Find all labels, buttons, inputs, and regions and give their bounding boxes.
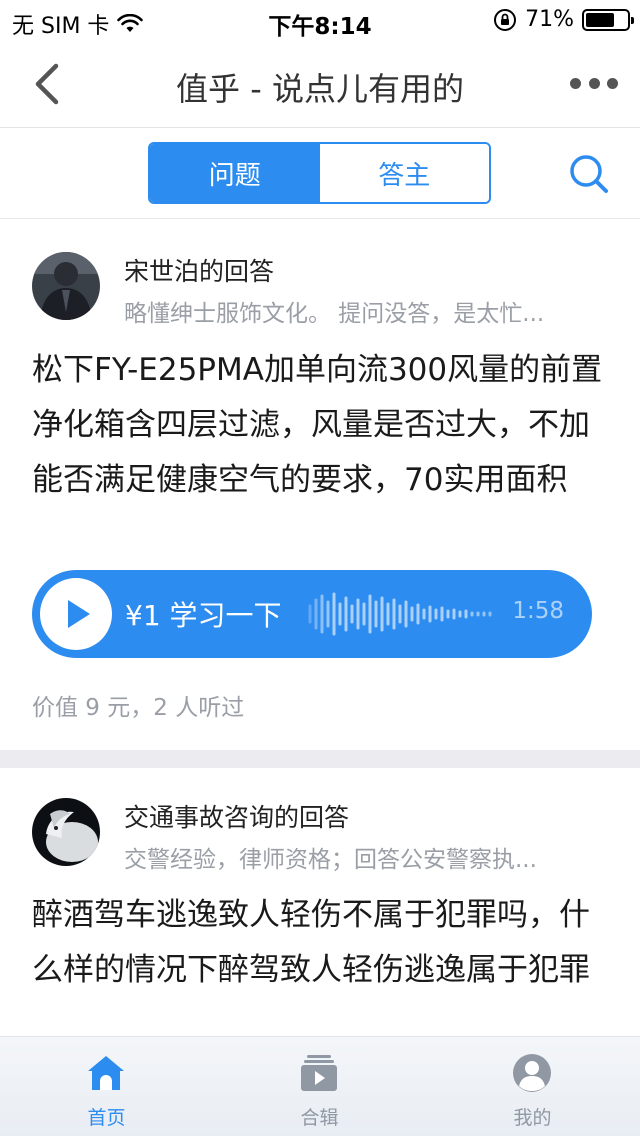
battery-percent: 71% xyxy=(525,7,574,32)
audio-price-label: ¥1 学习一下 xyxy=(125,599,282,632)
tab-collections-label: 合辑 xyxy=(300,1107,339,1129)
nav-bar: 值乎 - 说点儿有用的 xyxy=(0,40,640,128)
audio-answer-button[interactable]: ¥1 学习一下 1:58 xyxy=(32,570,592,658)
answerer-bio: 交警经验，律师资格；回答公安警察执... xyxy=(124,847,537,873)
question-text[interactable]: 松下FY-E25PMA加单向流300风量的前置净化箱含四层过滤，风量是否过大，不… xyxy=(32,343,612,508)
more-dot xyxy=(588,77,600,89)
search-icon[interactable] xyxy=(568,153,610,195)
home-icon xyxy=(88,1056,124,1090)
tab-home-label: 首页 xyxy=(87,1107,126,1129)
waveform-icon xyxy=(308,592,492,636)
video-collection-icon xyxy=(301,1055,337,1091)
rotation-lock-icon xyxy=(494,8,517,31)
more-options-icon[interactable] xyxy=(570,70,618,96)
answer-stats: 价值 9 元，2 人听过 xyxy=(32,695,245,721)
feed-card[interactable]: 交通事故咨询的回答 交警经验，律师资格；回答公安警察执... 醉酒驾车逃逸致人轻… xyxy=(0,768,640,1036)
avatar[interactable] xyxy=(32,798,100,866)
play-icon[interactable] xyxy=(40,578,112,650)
battery-icon xyxy=(582,8,634,31)
status-right-group: 71% xyxy=(493,7,634,32)
avatar[interactable] xyxy=(32,252,100,320)
tab-questions[interactable]: 问题 xyxy=(150,144,320,202)
tab-profile[interactable]: 我的 xyxy=(426,1037,639,1136)
status-bar: 无 SIM 卡 下午8:14 71% xyxy=(0,0,640,40)
card-divider xyxy=(0,750,640,768)
question-text[interactable]: 醉酒驾车逃逸致人轻伤不属于犯罪吗，什么样的情况下醉驾致人轻伤逃逸属于犯罪 xyxy=(32,888,612,998)
tab-collections[interactable]: 合辑 xyxy=(213,1037,426,1136)
tab-profile-label: 我的 xyxy=(513,1107,552,1129)
tab-bar: 问题 答主 xyxy=(0,129,640,219)
more-dot xyxy=(570,77,581,89)
answerer-name[interactable]: 宋世泊的回答 xyxy=(124,252,274,288)
page-title: 值乎 - 说点儿有用的 xyxy=(176,70,464,108)
battery-fill xyxy=(586,12,615,27)
back-arrow-icon[interactable] xyxy=(26,60,70,108)
bottom-tab-bar: 首页 合辑 我的 xyxy=(0,1036,640,1136)
more-dot xyxy=(607,77,618,89)
segmented-control: 问题 答主 xyxy=(148,142,491,204)
audio-duration: 1:58 xyxy=(512,598,564,624)
feed-card[interactable]: 宋世泊的回答 略懂绅士服饰文化。 提问没答，是太忙... 松下FY-E25PMA… xyxy=(0,220,640,750)
tab-home[interactable]: 首页 xyxy=(0,1037,213,1136)
answerer-bio: 略懂绅士服饰文化。 提问没答，是太忙... xyxy=(124,301,545,327)
profile-icon xyxy=(513,1054,551,1092)
tab-answerers[interactable]: 答主 xyxy=(319,144,489,202)
answerer-name[interactable]: 交通事故咨询的回答 xyxy=(124,798,349,834)
